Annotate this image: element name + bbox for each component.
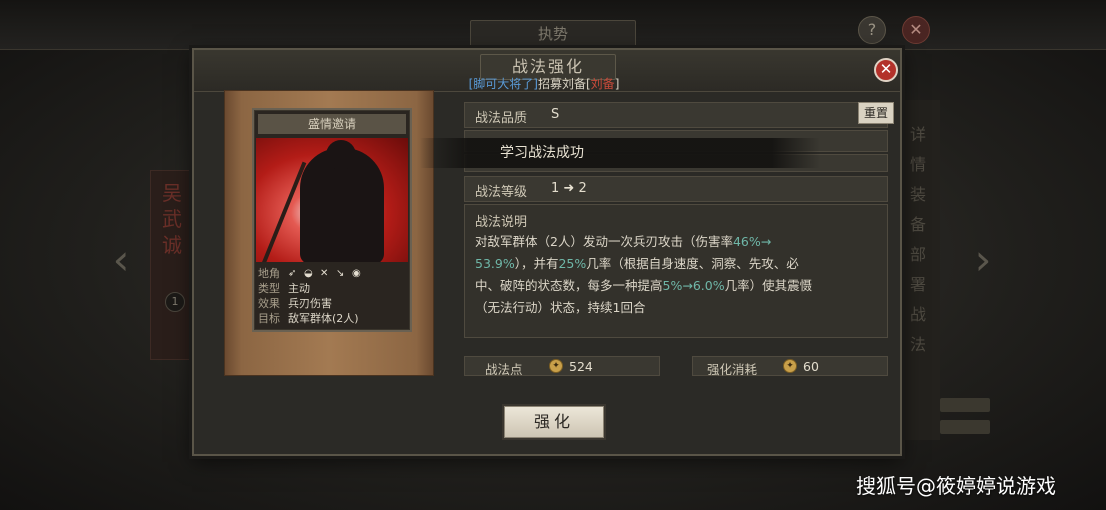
dialog-header: 战法强化 [脚可大将了]招募刘备[刘备] ✕: [194, 50, 900, 92]
desc-highlight: 5%→6.0%: [662, 278, 725, 293]
background-title: 执势: [470, 20, 636, 48]
level-row: 战法等级 1 ➜ 2: [464, 176, 888, 202]
coin-icon: ✦: [549, 359, 563, 373]
side-tabs-labels[interactable]: 详 情 装 备 部 署 战 法: [910, 120, 930, 360]
shield-icon: ◒: [304, 267, 313, 279]
info-value: 兵刃伤害: [288, 297, 332, 310]
skill-info: 地角 ➶ ◒ ✕ ↘ ◉ 类型 主动 效果 兵刃伤害 目标 敌军群体(2人): [258, 266, 408, 326]
watermark: 搜狐号@筱婷婷说游戏: [856, 474, 1056, 498]
figure-head: [326, 140, 356, 170]
cavalry-icon: ◉: [352, 267, 361, 279]
level-from: 1: [551, 181, 560, 196]
info-value: 敌军群体(2人): [288, 312, 359, 325]
desc-highlight: 46%→: [732, 234, 772, 249]
desc-highlight: 53.9%: [475, 256, 515, 271]
background-close-button[interactable]: ✕: [902, 16, 930, 44]
description-text: 对敌军群体（2人）发动一次兵刃攻击（伤害率46%→ 53.9%），并有25%几率…: [475, 231, 883, 319]
subtitle-event[interactable]: [脚可大将了]: [469, 77, 538, 91]
description-title: 战法说明: [475, 215, 528, 230]
desc-text: 几率（根据自身速度、洞察、先攻、必: [586, 256, 799, 271]
coin-icon: ✦: [783, 359, 797, 373]
desc-text: （无法行动）状态，持续1回合: [475, 300, 646, 315]
info-key: 目标: [258, 312, 280, 325]
success-toast: 学习战法成功: [420, 138, 820, 168]
faction-badge: 1: [165, 292, 185, 312]
desc-text: 对敌军群体（2人）发动一次兵刃攻击（伤害率: [475, 234, 733, 249]
desc-text: 几率）使其震慑: [724, 278, 813, 293]
side-stats: [940, 398, 990, 458]
faction-label: 吴 武 诚: [162, 181, 182, 257]
info-row-target: 目标 敌军群体(2人): [258, 311, 408, 326]
level-label: 战法等级: [475, 185, 528, 200]
cost-stat: 强化消耗 ✦ 60: [692, 356, 888, 377]
info-key: 效果: [258, 297, 280, 310]
skill-artwork: [256, 138, 408, 262]
quality-value: S: [551, 107, 560, 122]
skill-card: 盛情邀请 地角 ➶ ◒ ✕ ↘ ◉ 类型 主动 效果 兵刃伤害 目标 敌军群体(…: [252, 108, 412, 332]
points-value: 524: [569, 359, 593, 374]
skill-points-stat: 战法点 ✦ 524: [464, 356, 660, 377]
info-row-type: 类型 主动: [258, 281, 408, 296]
desc-highlight: 25%: [558, 256, 587, 271]
dialog-close-button[interactable]: ✕: [874, 58, 898, 82]
info-row-effect: 效果 兵刃伤害: [258, 296, 408, 311]
points-label: 战法点: [485, 362, 523, 377]
skill-description: 战法说明 对敌军群体（2人）发动一次兵刃攻击（伤害率46%→ 53.9%），并有…: [464, 204, 888, 338]
reset-button[interactable]: 重置: [858, 102, 894, 124]
crossed-swords-icon: ✕: [320, 267, 329, 279]
desc-text: ），并有: [514, 256, 559, 271]
cost-label: 强化消耗: [707, 362, 758, 377]
cost-value: 60: [803, 359, 819, 374]
bow-icon: ↘: [336, 267, 345, 279]
subtitle-hero: 刘备: [590, 77, 615, 91]
subtitle-text: 招募刘备[: [537, 77, 591, 91]
enhance-button[interactable]: 强化: [504, 406, 604, 438]
info-value: 主动: [288, 282, 310, 295]
spear-icon: ➶: [288, 267, 297, 279]
info-row-role: 地角 ➶ ◒ ✕ ↘ ◉: [258, 266, 408, 281]
subtitle-close-bracket: ]: [614, 77, 620, 91]
role-icons: ➶ ◒ ✕ ↘ ◉: [288, 266, 362, 281]
next-arrow-icon[interactable]: ›: [966, 230, 1000, 290]
desc-text: 中、破阵的状态数，每多一种提高: [475, 278, 663, 293]
info-key: 地角: [258, 267, 280, 280]
level-to: 2: [578, 181, 587, 196]
quality-label: 战法品质: [475, 111, 528, 126]
help-button[interactable]: ?: [858, 16, 886, 44]
quality-row: 战法品质 S: [464, 102, 888, 128]
level-arrow-icon: ➜: [563, 181, 575, 196]
skill-enhance-dialog: 战法强化 [脚可大将了]招募刘备[刘备] ✕ 盛情邀请 地角 ➶ ◒ ✕ ↘ ◉: [192, 48, 902, 456]
prev-arrow-icon[interactable]: ‹: [104, 230, 138, 290]
info-key: 类型: [258, 282, 280, 295]
level-value: 1 ➜ 2: [551, 181, 587, 196]
skill-name: 盛情邀请: [258, 114, 406, 134]
